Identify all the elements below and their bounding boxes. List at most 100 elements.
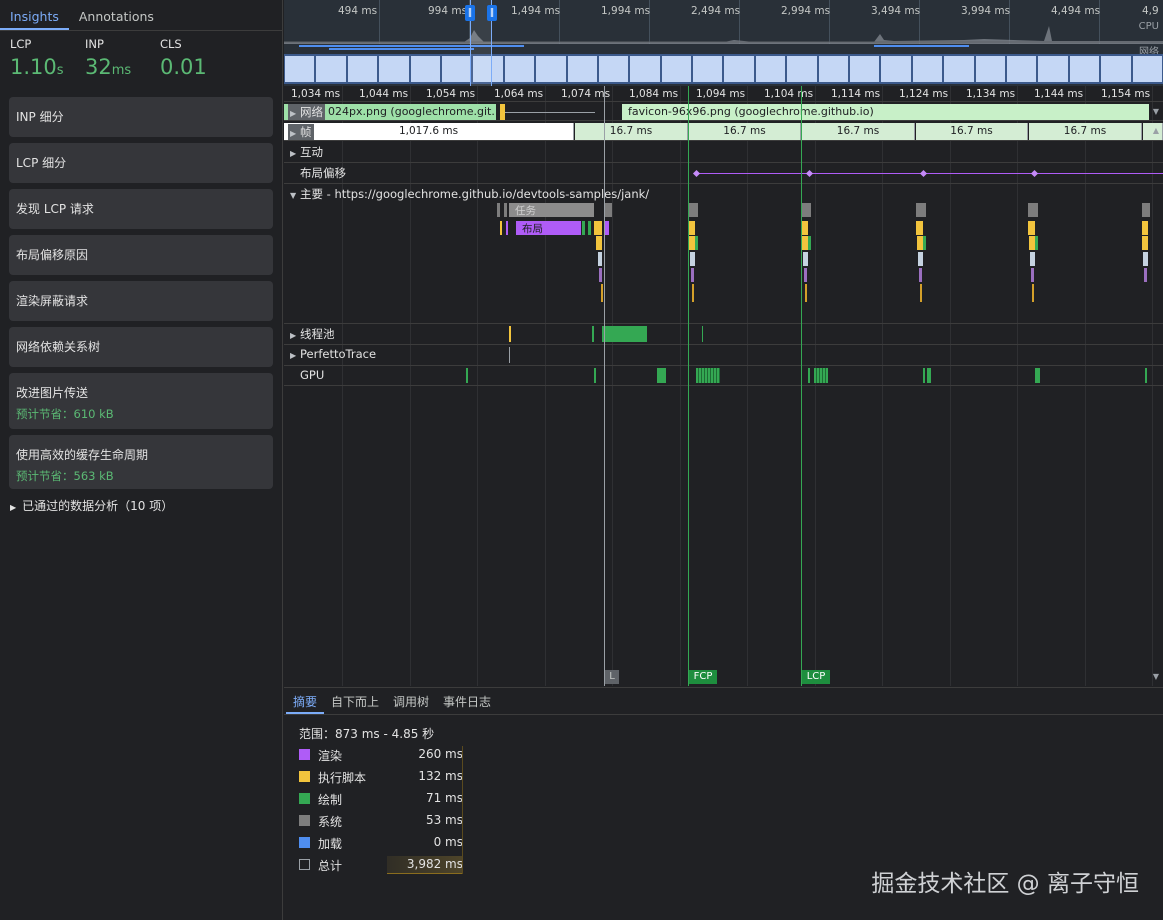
screenshot-thumbnail[interactable] [1069, 56, 1100, 82]
insight-image-delivery[interactable]: 改进图片传送 预计节省：610 kB [9, 373, 273, 429]
paint-bar[interactable] [588, 221, 591, 235]
screenshot-thumbnail[interactable] [881, 56, 911, 82]
function-bar[interactable] [601, 284, 603, 302]
screenshot-thumbnail[interactable] [347, 56, 378, 82]
insight-render-blocking[interactable]: 渲染屏蔽请求 [9, 281, 273, 321]
tab-insights[interactable]: Insights [0, 0, 69, 30]
screenshot-thumbnail[interactable] [912, 56, 943, 82]
scroll-down-arrow-icon[interactable]: ▼ [1153, 672, 1159, 681]
function-bar[interactable] [920, 284, 922, 302]
script-bar[interactable] [1028, 221, 1035, 235]
paint-bar[interactable] [582, 221, 585, 235]
flame-chart[interactable]: 1,034 ms 1,044 ms 1,054 ms 1,064 ms 1,07… [284, 86, 1163, 686]
fcp-marker[interactable]: FCP [689, 670, 717, 684]
paint-bar[interactable] [1035, 236, 1038, 250]
task-bar[interactable] [1028, 203, 1038, 217]
gpu-task[interactable] [923, 368, 925, 383]
function-bar[interactable] [598, 252, 602, 266]
gpu-task[interactable] [1035, 368, 1040, 383]
screenshot-thumbnail[interactable] [724, 56, 754, 82]
thread-pool-track-header[interactable]: ▶ 线程池 [290, 326, 335, 342]
screenshot-thumbnail[interactable] [850, 56, 880, 82]
task-bar[interactable] [688, 203, 698, 217]
screenshot-thumbnail[interactable] [1038, 56, 1068, 82]
network-track-header[interactable]: ▶ 网络 [288, 104, 325, 120]
frame[interactable]: 16.7 ms [689, 123, 801, 140]
screenshot-thumbnail[interactable] [661, 56, 692, 82]
function-bar[interactable] [803, 252, 808, 266]
function-bar[interactable] [691, 268, 694, 282]
insight-cache-lifetime[interactable]: 使用高效的缓存生命周期 预计节省：563 kB [9, 435, 273, 489]
load-marker[interactable]: L [605, 670, 619, 684]
frames-track[interactable]: 1,017.6 ms 16.7 ms 16.7 ms 16.7 ms 16.7 … [284, 122, 1163, 141]
script-bar[interactable] [594, 221, 602, 235]
script-bar[interactable] [801, 221, 808, 235]
screenshot-thumbnail[interactable] [975, 56, 1005, 82]
tab-summary[interactable]: 摘要 [286, 688, 325, 714]
paint-bar[interactable] [695, 236, 698, 250]
script-bar[interactable] [689, 236, 695, 250]
insight-lcp-discovery[interactable]: 发现 LCP 请求 [9, 189, 273, 229]
layout-shift-marker[interactable] [1030, 169, 1039, 178]
tab-annotations[interactable]: Annotations [69, 0, 164, 30]
main-thread-track-header[interactable]: ▼ 主要 - https://googlechrome.github.io/dev… [290, 186, 649, 202]
insight-lcp-breakdown[interactable]: LCP 细分 [9, 143, 273, 183]
network-track[interactable]: 024px.png (googlechrome.git... favicon-9… [284, 103, 1163, 121]
perfetto-track-header[interactable]: ▶ PerfettoTrace [290, 347, 376, 361]
layout-shifts-track-header[interactable]: 布局偏移 [300, 165, 346, 181]
frame[interactable]: 16.7 ms [802, 123, 915, 140]
function-bar[interactable] [692, 284, 694, 302]
render-bar[interactable] [506, 221, 508, 235]
function-bar[interactable] [804, 268, 807, 282]
script-bar[interactable] [917, 236, 923, 250]
lcp-marker[interactable]: LCP [802, 670, 830, 684]
paint-bar[interactable] [923, 236, 926, 250]
function-bar[interactable] [1144, 268, 1147, 282]
function-bar[interactable] [599, 268, 602, 282]
overview-selection-window[interactable]: ‖ ‖ [465, 0, 497, 86]
frame[interactable]: 16.7 ms [575, 123, 688, 140]
script-bar[interactable] [1142, 221, 1148, 235]
frame[interactable]: 16.7 ms [916, 123, 1028, 140]
function-bar[interactable] [1031, 268, 1034, 282]
screenshot-thumbnail[interactable] [567, 56, 597, 82]
task-bar-main[interactable]: 任务 [509, 203, 594, 217]
layout-shift-marker[interactable] [805, 169, 814, 178]
paint-bar[interactable] [808, 236, 811, 250]
function-bar[interactable] [919, 268, 922, 282]
insight-network-dependency-tree[interactable]: 网络依赖关系树 [9, 327, 273, 367]
tab-call-tree[interactable]: 调用树 [386, 688, 436, 714]
scroll-up-arrow-icon[interactable]: ▲ [1153, 126, 1159, 135]
script-bar[interactable] [802, 236, 808, 250]
function-bar[interactable] [690, 252, 695, 266]
task-bar[interactable] [916, 203, 926, 217]
gpu-task[interactable] [814, 368, 828, 383]
screenshot-thumbnail[interactable] [316, 56, 346, 82]
function-bar[interactable] [805, 284, 807, 302]
screenshot-thumbnail[interactable] [504, 56, 535, 82]
task-bar[interactable] [1142, 203, 1150, 217]
script-bar[interactable] [1142, 236, 1148, 250]
layout-shift-cluster-line[interactable] [694, 173, 1163, 174]
screenshot-filmstrip[interactable] [284, 54, 1163, 84]
script-bar[interactable] [688, 221, 695, 235]
passed-insights-toggle[interactable]: ▶ 已通过的数据分析（10 项） [10, 497, 173, 514]
perfetto-event[interactable] [509, 347, 510, 363]
thread-pool-task[interactable] [602, 326, 647, 342]
screenshot-thumbnail[interactable] [1101, 56, 1131, 82]
selection-left-handle[interactable]: ‖ [465, 5, 475, 21]
screenshot-thumbnail[interactable] [1132, 56, 1162, 82]
task-bar[interactable] [604, 203, 612, 217]
gpu-task[interactable] [1145, 368, 1147, 383]
screenshot-thumbnail[interactable] [598, 56, 629, 82]
script-bar[interactable] [1029, 236, 1035, 250]
function-bar[interactable] [918, 252, 923, 266]
script-bar[interactable] [500, 221, 502, 235]
layout-shift-marker[interactable] [919, 169, 928, 178]
scroll-down-arrow-icon[interactable]: ▼ [1153, 107, 1159, 116]
function-bar[interactable] [1030, 252, 1035, 266]
screenshot-thumbnail[interactable] [1006, 56, 1037, 82]
gpu-task[interactable] [808, 368, 810, 383]
gpu-track-header[interactable]: GPU [300, 368, 324, 382]
gpu-task[interactable] [466, 368, 468, 383]
